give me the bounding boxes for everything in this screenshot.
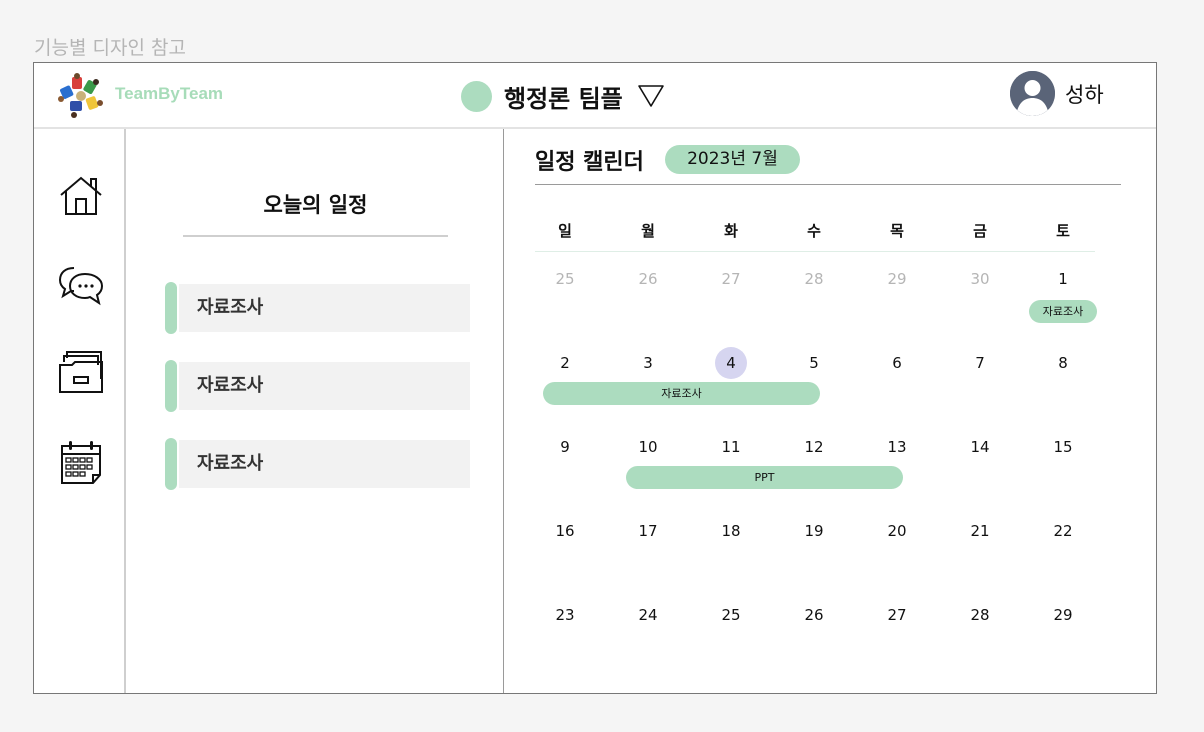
calendar-day[interactable]: 24 [632, 599, 664, 631]
calendar-day[interactable]: 9 [549, 431, 581, 463]
calendar-day[interactable]: 21 [964, 515, 996, 547]
calendar-day[interactable]: 13 [881, 431, 913, 463]
calendar-day[interactable]: 15 [1047, 431, 1079, 463]
calendar-day[interactable]: 30 [964, 263, 996, 295]
task-item[interactable]: 자료조사 [165, 438, 471, 490]
calendar-day[interactable]: 29 [1047, 599, 1079, 631]
user-profile[interactable]: 성하 [1010, 71, 1104, 116]
calendar-icon [61, 441, 101, 484]
task-item[interactable]: 자료조사 [165, 360, 471, 412]
task-accent-bar [165, 282, 177, 334]
calendar-day[interactable]: 1 [1047, 263, 1079, 295]
calendar-event[interactable]: PPT [626, 466, 903, 489]
team-name: 행정론 팀플 [504, 84, 623, 113]
calendar-day[interactable]: 8 [1047, 347, 1079, 379]
calendar-day[interactable]: 18 [715, 515, 747, 547]
task-accent-bar [165, 360, 177, 412]
weekday-header: 토 [1056, 222, 1070, 240]
calendar-day[interactable]: 25 [549, 263, 581, 295]
weekday-header: 금 [973, 222, 987, 240]
user-name: 성하 [1065, 82, 1104, 107]
calendar-panel: 일정 캘린더 2023년 7월 일 월 화 수 목 금 토 25 26 27 28 29 30 1 2 3 4 5… [504, 129, 1156, 693]
weekday-divider [535, 251, 1095, 252]
triangle-down-icon[interactable] [637, 84, 665, 108]
folder-icon [59, 351, 103, 393]
divider [535, 184, 1121, 185]
calendar-day[interactable]: 29 [881, 263, 913, 295]
calendar-day[interactable]: 7 [964, 347, 996, 379]
app-window: TeamByTeam 행정론 팀플 성하 오늘의 일정 자료조사 자료조사 자료… [33, 62, 1157, 694]
calendar-day[interactable]: 16 [549, 515, 581, 547]
calendar-day[interactable]: 17 [632, 515, 664, 547]
calendar-event[interactable]: 자료조사 [543, 382, 820, 405]
nav-home[interactable] [58, 173, 104, 219]
weekday-header: 목 [890, 222, 904, 240]
nav-files[interactable] [58, 349, 104, 395]
weekday-header: 수 [807, 222, 821, 240]
calendar-day[interactable]: 23 [549, 599, 581, 631]
task-label: 자료조사 [179, 284, 470, 332]
month-selector[interactable]: 2023년 7월 [665, 145, 800, 174]
home-icon [60, 176, 102, 215]
weekday-header: 일 [558, 222, 572, 240]
team-logo-icon[interactable] [58, 73, 104, 119]
calendar-day[interactable]: 27 [881, 599, 913, 631]
calendar-day[interactable]: 27 [715, 263, 747, 295]
calendar-day[interactable]: 2 [549, 347, 581, 379]
task-label: 자료조사 [179, 362, 470, 410]
team-color-dot [461, 80, 492, 112]
today-title: 오늘의 일정 [263, 193, 368, 217]
calendar-day[interactable]: 3 [632, 347, 664, 379]
calendar-day[interactable]: 26 [632, 263, 664, 295]
calendar-title: 일정 캘린더 [535, 150, 644, 175]
calendar-day[interactable]: 19 [798, 515, 830, 547]
brand-name: TeamByTeam [115, 84, 224, 103]
calendar-day[interactable]: 10 [632, 431, 664, 463]
calendar-day[interactable]: 14 [964, 431, 996, 463]
calendar-day-today[interactable]: 4 [715, 347, 747, 379]
calendar-day[interactable]: 26 [798, 599, 830, 631]
calendar-day[interactable]: 12 [798, 431, 830, 463]
task-accent-bar [165, 438, 177, 490]
calendar-day[interactable]: 5 [798, 347, 830, 379]
calendar-day[interactable]: 6 [881, 347, 913, 379]
calendar-day[interactable]: 28 [798, 263, 830, 295]
calendar-day[interactable]: 22 [1047, 515, 1079, 547]
task-label: 자료조사 [179, 440, 470, 488]
side-nav [34, 129, 126, 693]
nav-chat[interactable] [58, 262, 104, 308]
today-schedule-panel: 오늘의 일정 자료조사 자료조사 자료조사 [126, 129, 504, 693]
calendar-day[interactable]: 11 [715, 431, 747, 463]
nav-calendar[interactable] [58, 439, 104, 485]
top-header: TeamByTeam 행정론 팀플 성하 [34, 63, 1156, 129]
weekday-header: 화 [724, 222, 738, 240]
avatar[interactable] [1010, 71, 1055, 116]
calendar-event[interactable]: 자료조사 [1029, 300, 1097, 323]
calendar-day[interactable]: 28 [964, 599, 996, 631]
weekday-header: 월 [641, 222, 655, 240]
chat-icon [58, 267, 104, 306]
divider [183, 235, 448, 237]
calendar-day[interactable]: 25 [715, 599, 747, 631]
task-item[interactable]: 자료조사 [165, 282, 471, 334]
team-selector[interactable]: 행정론 팀플 [461, 76, 665, 116]
page-caption: 기능별 디자인 참고 [34, 37, 186, 59]
calendar-day[interactable]: 20 [881, 515, 913, 547]
